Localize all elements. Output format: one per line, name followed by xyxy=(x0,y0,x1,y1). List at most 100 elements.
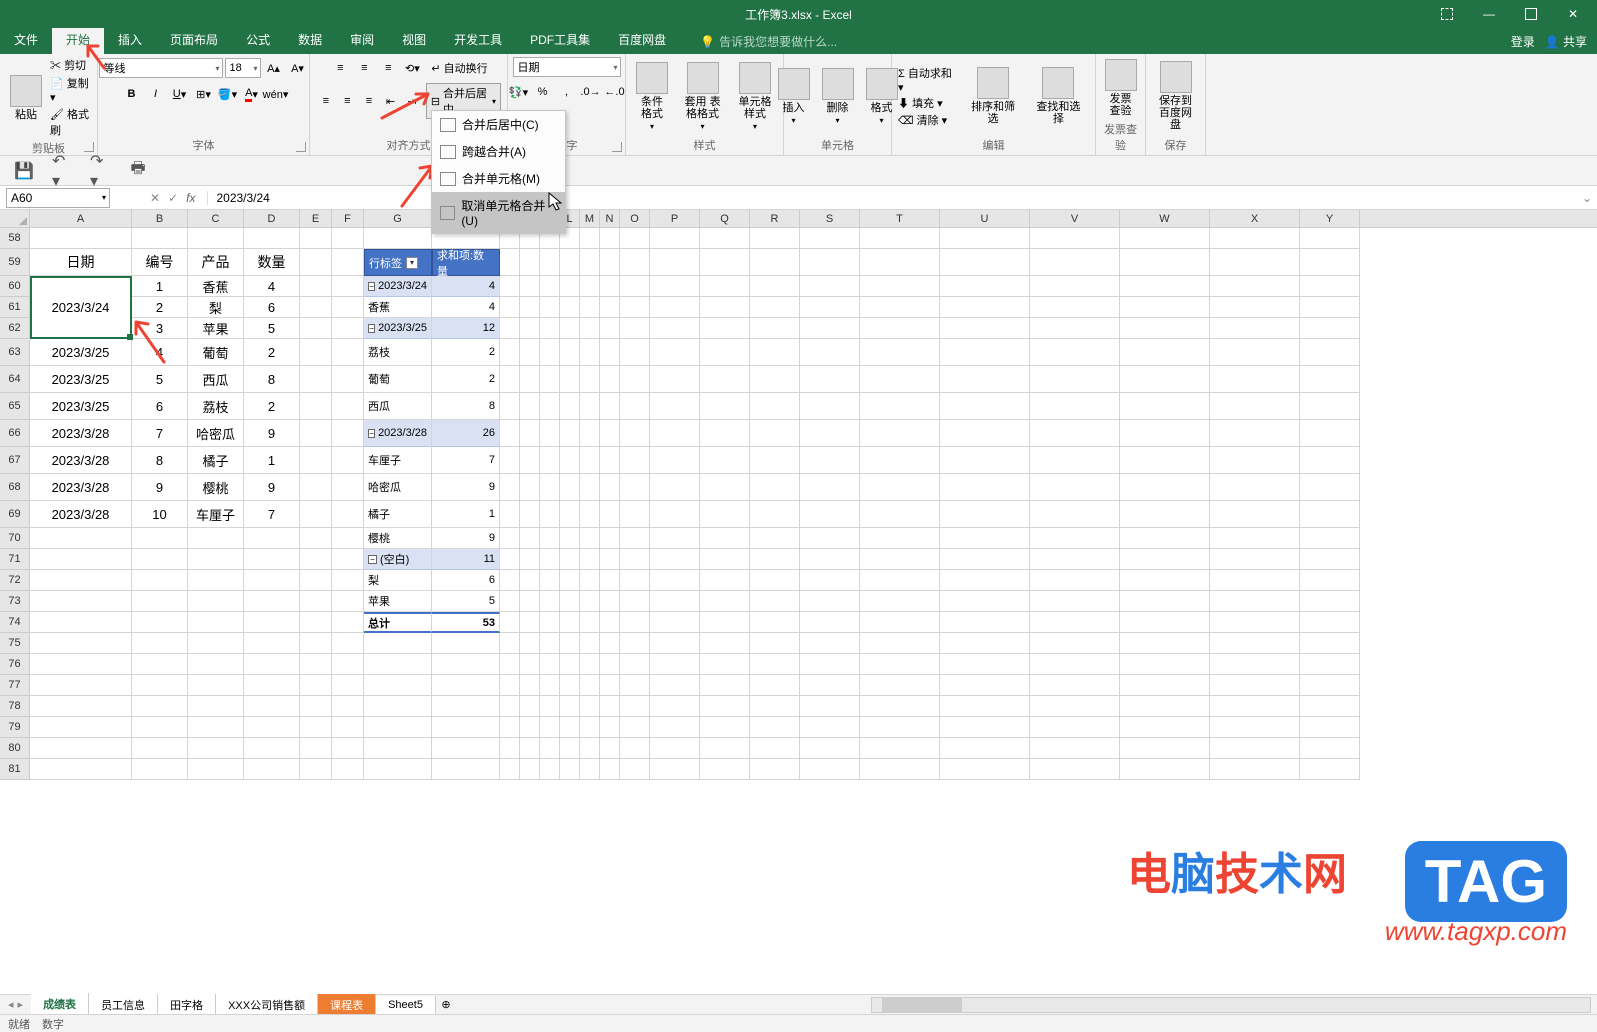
cell[interactable] xyxy=(1120,249,1210,276)
cell[interactable] xyxy=(500,249,520,276)
cell[interactable]: 葡萄 xyxy=(364,366,432,393)
cell[interactable] xyxy=(30,570,132,591)
cell[interactable] xyxy=(620,591,650,612)
cell[interactable] xyxy=(500,339,520,366)
cell[interactable] xyxy=(244,612,300,633)
cell[interactable] xyxy=(540,738,560,759)
cell[interactable] xyxy=(132,738,188,759)
cell[interactable] xyxy=(332,738,364,759)
cell[interactable] xyxy=(560,612,580,633)
cell[interactable] xyxy=(800,318,860,339)
cell[interactable] xyxy=(700,228,750,249)
cell[interactable] xyxy=(300,591,332,612)
cell[interactable] xyxy=(600,249,620,276)
cell[interactable]: 10 xyxy=(132,501,188,528)
cell[interactable]: 日期 xyxy=(30,249,132,276)
cell[interactable] xyxy=(188,738,244,759)
cell[interactable] xyxy=(800,501,860,528)
cell[interactable] xyxy=(860,474,940,501)
cell[interactable] xyxy=(860,276,940,297)
cell[interactable]: 9 xyxy=(432,474,500,501)
autosum-button[interactable]: Σ 自动求和 ▾ xyxy=(898,65,958,94)
cell[interactable] xyxy=(1030,420,1120,447)
cell[interactable] xyxy=(750,366,800,393)
cell[interactable] xyxy=(30,717,132,738)
cell[interactable] xyxy=(364,696,432,717)
cell[interactable]: 2023/3/25 xyxy=(30,393,132,420)
sheet-nav-first[interactable]: ◂ xyxy=(8,998,14,1011)
cell[interactable] xyxy=(540,633,560,654)
cell[interactable] xyxy=(500,717,520,738)
decrease-font-button[interactable]: A▾ xyxy=(287,57,309,79)
cell[interactable] xyxy=(1210,228,1300,249)
cell[interactable] xyxy=(540,297,560,318)
cancel-formula-button[interactable]: ✕ xyxy=(150,191,160,205)
cell[interactable] xyxy=(860,654,940,675)
cell[interactable] xyxy=(540,528,560,549)
cell[interactable]: 9 xyxy=(432,528,500,549)
cell[interactable]: 2023/3/25 xyxy=(30,339,132,366)
cell[interactable] xyxy=(30,228,132,249)
cell[interactable] xyxy=(560,318,580,339)
underline-button[interactable]: U▾ xyxy=(169,83,191,105)
cell[interactable] xyxy=(188,570,244,591)
cell[interactable] xyxy=(332,447,364,474)
cell[interactable] xyxy=(800,276,860,297)
cell[interactable] xyxy=(560,696,580,717)
expand-formula-bar[interactable]: ⌄ xyxy=(1577,191,1597,205)
formula-input[interactable]: 2023/3/24 xyxy=(207,191,1577,205)
font-color-button[interactable]: A▾ xyxy=(241,83,263,105)
cell[interactable] xyxy=(1120,633,1210,654)
cell[interactable]: −2023/3/24 xyxy=(364,276,432,297)
cell[interactable] xyxy=(940,759,1030,780)
cell[interactable] xyxy=(650,738,700,759)
cell[interactable]: 2 xyxy=(432,339,500,366)
cell[interactable] xyxy=(800,717,860,738)
cell[interactable]: 梨 xyxy=(364,570,432,591)
cell[interactable] xyxy=(860,675,940,696)
cell[interactable] xyxy=(1030,570,1120,591)
delete-cells-button[interactable]: 删除▾ xyxy=(818,66,858,127)
cell[interactable] xyxy=(560,447,580,474)
cell[interactable] xyxy=(1300,420,1360,447)
cell[interactable]: 2023/3/28 xyxy=(30,420,132,447)
cell[interactable] xyxy=(650,675,700,696)
tab-insert[interactable]: 插入 xyxy=(104,25,156,54)
cell[interactable] xyxy=(580,612,600,633)
cell[interactable] xyxy=(520,591,540,612)
cell[interactable] xyxy=(500,570,520,591)
cell[interactable] xyxy=(1030,228,1120,249)
cell[interactable] xyxy=(560,501,580,528)
cell[interactable] xyxy=(650,591,700,612)
cell[interactable] xyxy=(540,591,560,612)
cell[interactable] xyxy=(540,612,560,633)
cell[interactable] xyxy=(580,501,600,528)
cell[interactable] xyxy=(860,447,940,474)
cell[interactable] xyxy=(620,249,650,276)
cell[interactable] xyxy=(1120,528,1210,549)
cell[interactable] xyxy=(940,393,1030,420)
cell[interactable] xyxy=(1030,591,1120,612)
cell[interactable] xyxy=(800,654,860,675)
cell[interactable] xyxy=(1030,249,1120,276)
enter-formula-button[interactable]: ✓ xyxy=(168,191,178,205)
cell[interactable] xyxy=(650,228,700,249)
cell[interactable] xyxy=(860,366,940,393)
cell[interactable] xyxy=(188,759,244,780)
cell[interactable] xyxy=(600,366,620,393)
cell[interactable] xyxy=(500,297,520,318)
cell[interactable] xyxy=(520,528,540,549)
sheet-tab-4[interactable]: XXX公司销售额 xyxy=(216,994,318,1016)
font-name-combo[interactable]: 等线▾ xyxy=(99,58,223,78)
cell[interactable] xyxy=(540,549,560,570)
cell[interactable] xyxy=(1120,339,1210,366)
cell[interactable] xyxy=(1300,570,1360,591)
cell[interactable] xyxy=(520,549,540,570)
cell[interactable]: 9 xyxy=(244,474,300,501)
cell[interactable] xyxy=(520,696,540,717)
cell[interactable] xyxy=(800,612,860,633)
currency-button[interactable]: 💱▾ xyxy=(508,81,530,103)
comma-button[interactable]: , xyxy=(556,81,578,103)
cell[interactable] xyxy=(520,612,540,633)
cell[interactable] xyxy=(300,249,332,276)
